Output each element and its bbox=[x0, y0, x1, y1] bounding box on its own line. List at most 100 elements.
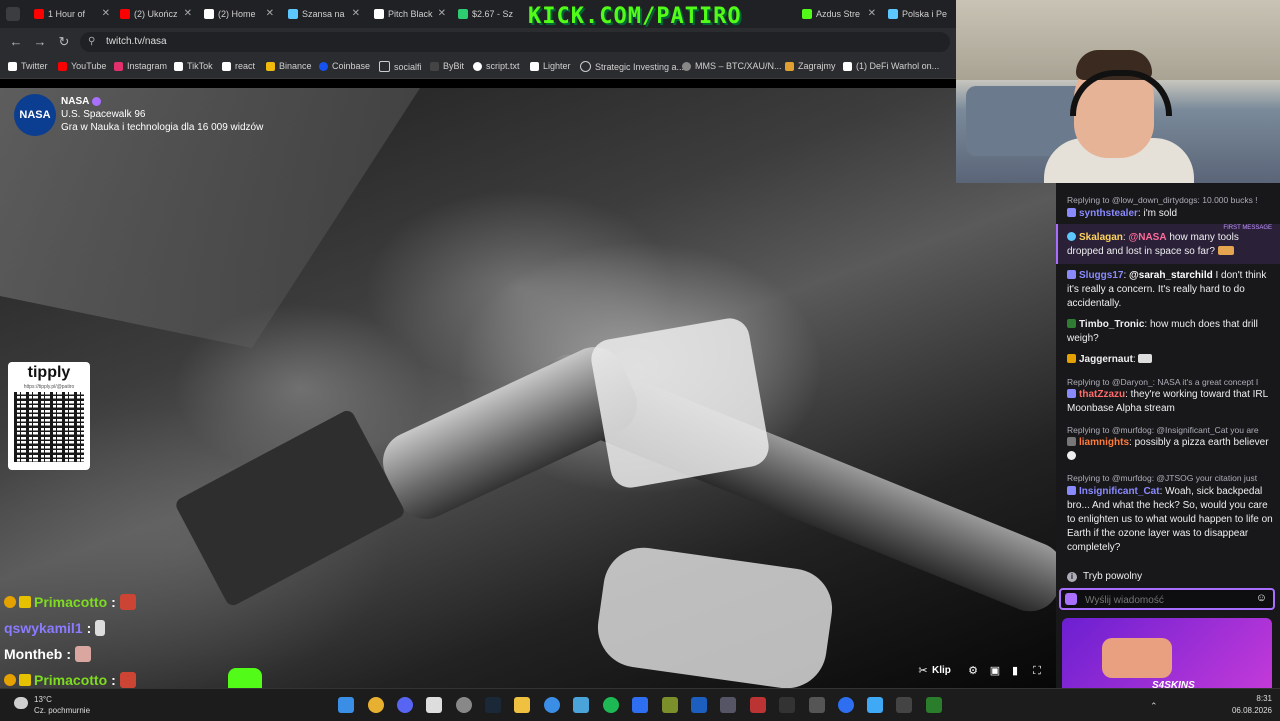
bookmark-instagram[interactable]: Instagram bbox=[114, 61, 167, 71]
chat-username[interactable]: Jaggernaut bbox=[1079, 354, 1133, 365]
app-icon[interactable] bbox=[779, 697, 795, 713]
browser-tab[interactable]: Polska i Pe bbox=[882, 4, 954, 24]
close-icon[interactable]: ✕ bbox=[352, 8, 360, 19]
user-icon bbox=[785, 61, 794, 71]
channel-avatar[interactable]: NASA bbox=[14, 94, 56, 136]
browser-tab[interactable]: Szansa na ✕ bbox=[282, 4, 364, 24]
app-icon[interactable] bbox=[720, 697, 736, 713]
stream-info-overlay: NASA NASA U.S. Spacewalk 96 Gra w Nauka … bbox=[14, 94, 314, 138]
bookmark-mms[interactable]: MMS – BTC/XAU/N... bbox=[682, 61, 782, 71]
video-player[interactable] bbox=[0, 88, 1056, 688]
chat-username[interactable]: synthstealer bbox=[1079, 208, 1138, 219]
chat-username[interactable]: Sluggs17 bbox=[1079, 270, 1123, 281]
settings-gear-icon[interactable]: ⚙ bbox=[966, 664, 980, 678]
obs-icon[interactable] bbox=[456, 697, 472, 713]
browser-tab[interactable]: (2) Home ✕ bbox=[198, 4, 278, 24]
weather-temp: 13°C bbox=[34, 695, 52, 704]
site-info-icon[interactable]: ⚲ bbox=[88, 36, 95, 47]
bookmark-coinbase[interactable]: Coinbase bbox=[319, 61, 370, 71]
app-icon[interactable] bbox=[809, 697, 825, 713]
close-icon[interactable]: ✕ bbox=[102, 8, 110, 19]
bookmark-defi-warhol[interactable]: (1) DeFi Warhol on... bbox=[843, 61, 939, 71]
chat-text: possibly a pizza earth believer bbox=[1134, 437, 1269, 448]
folder-icon[interactable] bbox=[514, 697, 530, 713]
bookmark-socialfi[interactable]: socialfi bbox=[379, 61, 422, 72]
reply-context: Replying to @low_down_dirtydogs: 10.000 … bbox=[1067, 195, 1258, 205]
fullscreen-icon[interactable]: ⛶ bbox=[1030, 664, 1044, 678]
emote-picker-icon[interactable]: ☺ bbox=[1256, 592, 1267, 604]
edge-icon[interactable] bbox=[544, 697, 560, 713]
browser-tab[interactable]: Azdus Stre ✕ bbox=[796, 4, 880, 24]
bookmark-label: react bbox=[235, 61, 256, 71]
cloud-icon bbox=[14, 697, 28, 709]
app-icon[interactable] bbox=[573, 697, 589, 713]
bookmark-youtube[interactable]: YouTube bbox=[58, 61, 106, 71]
app-icon[interactable] bbox=[926, 697, 942, 713]
app-icon[interactable] bbox=[632, 697, 648, 713]
start-icon[interactable] bbox=[338, 697, 354, 713]
browser-tab[interactable]: 1 Hour of ✕ bbox=[28, 4, 114, 24]
overlay-chat-user: Primacotto bbox=[34, 672, 108, 688]
chat-text: i'm sold bbox=[1143, 208, 1178, 219]
chat-username[interactable]: Timbo_Tronic bbox=[1079, 319, 1144, 330]
bookmark-twitter[interactable]: Twitter bbox=[8, 61, 48, 71]
clip-button[interactable]: Klip bbox=[932, 665, 951, 676]
app-icon[interactable] bbox=[691, 697, 707, 713]
tray-chevron-icon[interactable]: ⌃ bbox=[1150, 701, 1158, 712]
reload-icon[interactable]: ↻ bbox=[56, 34, 72, 50]
chat-username[interactable]: liamnights bbox=[1079, 437, 1129, 448]
chat-message: liamnights: possibly a pizza earth belie… bbox=[1067, 436, 1273, 464]
chat-username[interactable]: Skalagan bbox=[1079, 232, 1123, 243]
close-icon[interactable]: ✕ bbox=[266, 8, 274, 19]
bookmark-zagrajmy[interactable]: Zagrajmy bbox=[785, 61, 836, 71]
slow-mode-notice: i Tryb powolny bbox=[1067, 571, 1142, 582]
browser-tab[interactable]: Pitch Black ✕ bbox=[368, 4, 450, 24]
bookmark-script[interactable]: script.txt bbox=[473, 61, 520, 71]
badge-selector-icon[interactable] bbox=[1065, 593, 1077, 605]
theatre-mode-icon[interactable]: ▮ bbox=[1008, 664, 1022, 678]
bookmark-react[interactable]: react bbox=[222, 61, 255, 71]
browser-tab[interactable]: $2.67 - Sz bbox=[452, 4, 528, 24]
clock[interactable]: 8:31 06.08.2026 bbox=[1232, 693, 1272, 717]
badge-icon bbox=[1067, 270, 1076, 279]
discord-icon[interactable] bbox=[397, 697, 413, 713]
app-icon[interactable] bbox=[426, 697, 442, 713]
chat-username[interactable]: thatZzazu bbox=[1079, 389, 1125, 400]
close-icon[interactable]: ✕ bbox=[184, 8, 192, 19]
app-icon[interactable] bbox=[750, 697, 766, 713]
app-icon[interactable] bbox=[838, 697, 854, 713]
tab-title: (2) Home bbox=[218, 9, 256, 19]
weather-desc: Cz. pochmurnie bbox=[34, 706, 91, 715]
close-icon[interactable]: ✕ bbox=[868, 8, 876, 19]
chat-input-box[interactable]: ☺ bbox=[1059, 588, 1275, 610]
terminal-icon[interactable] bbox=[896, 697, 912, 713]
tab-menu-icon[interactable] bbox=[6, 7, 20, 21]
chrome-icon[interactable] bbox=[368, 697, 384, 713]
youtube-icon bbox=[34, 9, 44, 19]
forward-icon[interactable]: → bbox=[32, 34, 48, 50]
clip-icon[interactable]: ✂ bbox=[916, 664, 930, 678]
channel-name[interactable]: NASA bbox=[61, 96, 89, 107]
chat-mention[interactable]: @NASA bbox=[1128, 232, 1166, 243]
url-bar[interactable]: ⚲ twitch.tv/nasa bbox=[80, 32, 950, 52]
close-icon[interactable]: ✕ bbox=[438, 8, 446, 19]
star-icon bbox=[288, 9, 298, 19]
chat-input[interactable] bbox=[1083, 592, 1247, 608]
bookmark-binance[interactable]: Binance bbox=[266, 61, 312, 71]
chat-username[interactable]: Insignificant_Cat bbox=[1079, 486, 1160, 497]
browser-tab[interactable]: (2) Ukończ ✕ bbox=[114, 4, 196, 24]
clock-time: 8:31 bbox=[1256, 694, 1272, 703]
bookmark-tiktok[interactable]: TikTok bbox=[174, 61, 213, 71]
chat-message: Sluggs17: @sarah_starchild I don't think… bbox=[1067, 270, 1267, 309]
spotify-icon[interactable] bbox=[603, 697, 619, 713]
back-icon[interactable]: ← bbox=[8, 34, 24, 50]
steam-icon[interactable] bbox=[485, 697, 501, 713]
bookmark-bybit[interactable]: ByBit bbox=[430, 61, 464, 71]
pip-icon[interactable]: ▣ bbox=[988, 664, 1002, 678]
bookmark-strategic[interactable]: Strategic Investing a... bbox=[580, 61, 684, 72]
snowflake-icon bbox=[1067, 232, 1076, 241]
bookmark-lighter[interactable]: Lighter bbox=[530, 61, 571, 71]
app-icon[interactable] bbox=[662, 697, 678, 713]
chat-mention[interactable]: @sarah_starchild bbox=[1129, 270, 1213, 281]
app-icon[interactable] bbox=[867, 697, 883, 713]
